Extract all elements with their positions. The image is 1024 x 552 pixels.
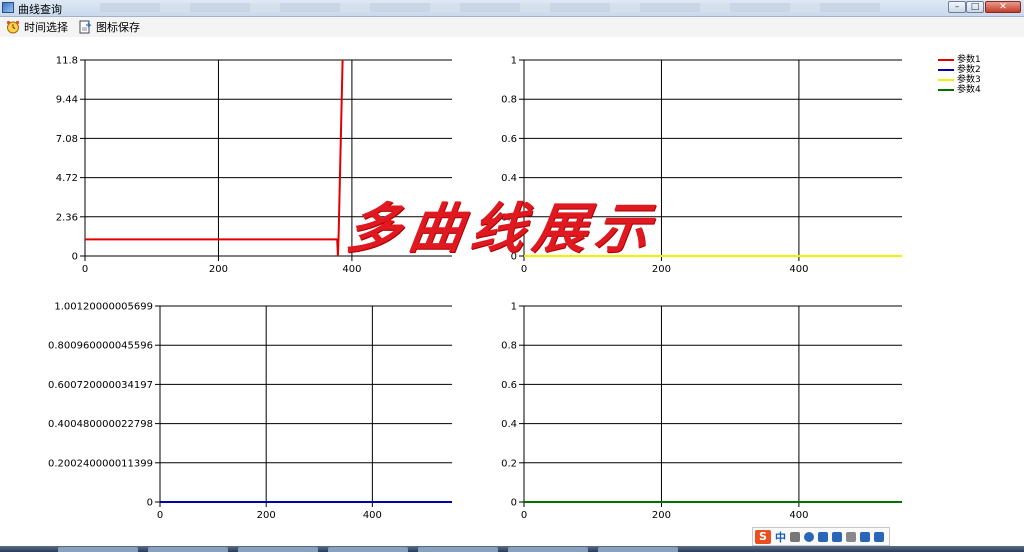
y-tick-label: 1	[511, 302, 517, 313]
legend-swatch	[938, 69, 954, 71]
y-tick-label: 4.72	[56, 173, 78, 184]
y-tick-label: 0	[72, 252, 78, 263]
y-tick-label: 1.00120000005699	[54, 302, 153, 313]
ime-toolbar[interactable]: S 中	[752, 527, 890, 546]
y-tick-label: 0.4	[501, 173, 517, 184]
y-tick-label: 0.6	[501, 134, 517, 145]
title-bar: 曲线查询 – □ ✕	[0, 0, 1024, 17]
x-tick-label: 400	[789, 264, 808, 275]
x-tick-label: 400	[789, 510, 808, 521]
legend-item: 参数3	[938, 75, 981, 85]
x-tick-label: 400	[342, 264, 361, 275]
punctuation-icon[interactable]	[790, 531, 800, 542]
y-tick-label: 0	[511, 498, 517, 509]
emoji-icon[interactable]	[804, 531, 814, 542]
y-tick-label: 0	[147, 498, 153, 509]
microphone-icon[interactable]	[818, 531, 828, 542]
y-tick-label: 0.2	[501, 458, 517, 469]
time-select-button[interactable]: 时间选择	[6, 19, 68, 35]
x-tick-label: 200	[257, 510, 276, 521]
y-tick-label: 0.8	[501, 341, 517, 352]
skin-icon[interactable]	[860, 531, 870, 542]
taskbar-item[interactable]	[598, 547, 678, 552]
clock-icon	[6, 20, 20, 34]
legend: 参数1 参数2 参数3 参数4	[938, 55, 981, 95]
y-tick-label: 7.08	[56, 134, 78, 145]
y-tick-label: 0.600720000034197	[48, 380, 153, 391]
user-icon[interactable]	[846, 531, 856, 542]
minimize-button[interactable]: –	[948, 1, 966, 13]
legend-item: 参数4	[938, 85, 981, 95]
legend-item: 参数1	[938, 55, 981, 65]
x-tick-label: 200	[652, 264, 671, 275]
legend-swatch	[938, 59, 954, 61]
x-tick-label: 400	[363, 510, 382, 521]
x-tick-label: 0	[521, 264, 527, 275]
y-tick-label: 0.4	[501, 419, 517, 430]
grid-icon[interactable]	[874, 531, 884, 542]
overlay-title: 多曲线展示	[342, 196, 662, 260]
x-tick-label: 200	[652, 510, 671, 521]
chart-bottom-left: 0 0.200240000011399 0.400480000022798 0.600…	[48, 302, 452, 521]
legend-item: 参数2	[938, 65, 981, 75]
keyboard-icon[interactable]	[832, 531, 842, 542]
close-button[interactable]: ✕	[985, 1, 1021, 13]
y-tick-label: 0.200240000011399	[48, 458, 153, 469]
taskbar-item[interactable]	[238, 547, 318, 552]
series-line	[85, 59, 344, 257]
taskbar-item[interactable]	[328, 547, 408, 552]
taskbar-item[interactable]	[58, 547, 138, 552]
legend-label: 参数1	[957, 55, 981, 65]
x-tick-label: 0	[157, 510, 163, 521]
taskbar-item[interactable]	[508, 547, 588, 552]
legend-label: 参数3	[957, 75, 981, 85]
save-chart-button[interactable]: 图标保存	[78, 19, 140, 35]
legend-label: 参数4	[957, 85, 981, 95]
toolbar: 时间选择 图标保存	[0, 17, 1024, 37]
y-tick-label: 0.6	[501, 380, 517, 391]
ime-mode[interactable]: 中	[775, 529, 786, 545]
y-tick-label: 0.800960000045596	[48, 341, 153, 352]
y-tick-label: 9.44	[56, 95, 78, 106]
save-chart-label: 图标保存	[96, 21, 140, 34]
chart-bottom-right: 0 0.2 0.4 0.6 0.8 1 0 200 400	[501, 302, 902, 521]
taskbar-item[interactable]	[418, 547, 498, 552]
window-title: 曲线查询	[18, 3, 62, 16]
y-tick-label: 0.8	[501, 95, 517, 106]
save-chart-icon	[78, 20, 92, 34]
legend-swatch	[938, 79, 954, 81]
legend-label: 参数2	[957, 65, 981, 75]
maximize-button[interactable]: □	[966, 1, 984, 13]
taskbar	[0, 546, 1024, 552]
y-tick-label: 0.400480000022798	[48, 419, 153, 430]
sogou-logo-icon: S	[755, 529, 771, 544]
x-tick-label: 0	[82, 264, 88, 275]
legend-swatch	[938, 89, 954, 91]
taskbar-item[interactable]	[148, 547, 228, 552]
y-tick-label: 1	[511, 56, 517, 67]
x-tick-label: 0	[521, 510, 527, 521]
y-tick-label: 2.36	[56, 212, 78, 223]
app-icon	[2, 2, 14, 13]
blurred-title-area	[100, 3, 880, 12]
y-tick-label: 11.8	[56, 56, 78, 67]
x-tick-label: 200	[209, 264, 228, 275]
time-select-label: 时间选择	[24, 21, 68, 34]
